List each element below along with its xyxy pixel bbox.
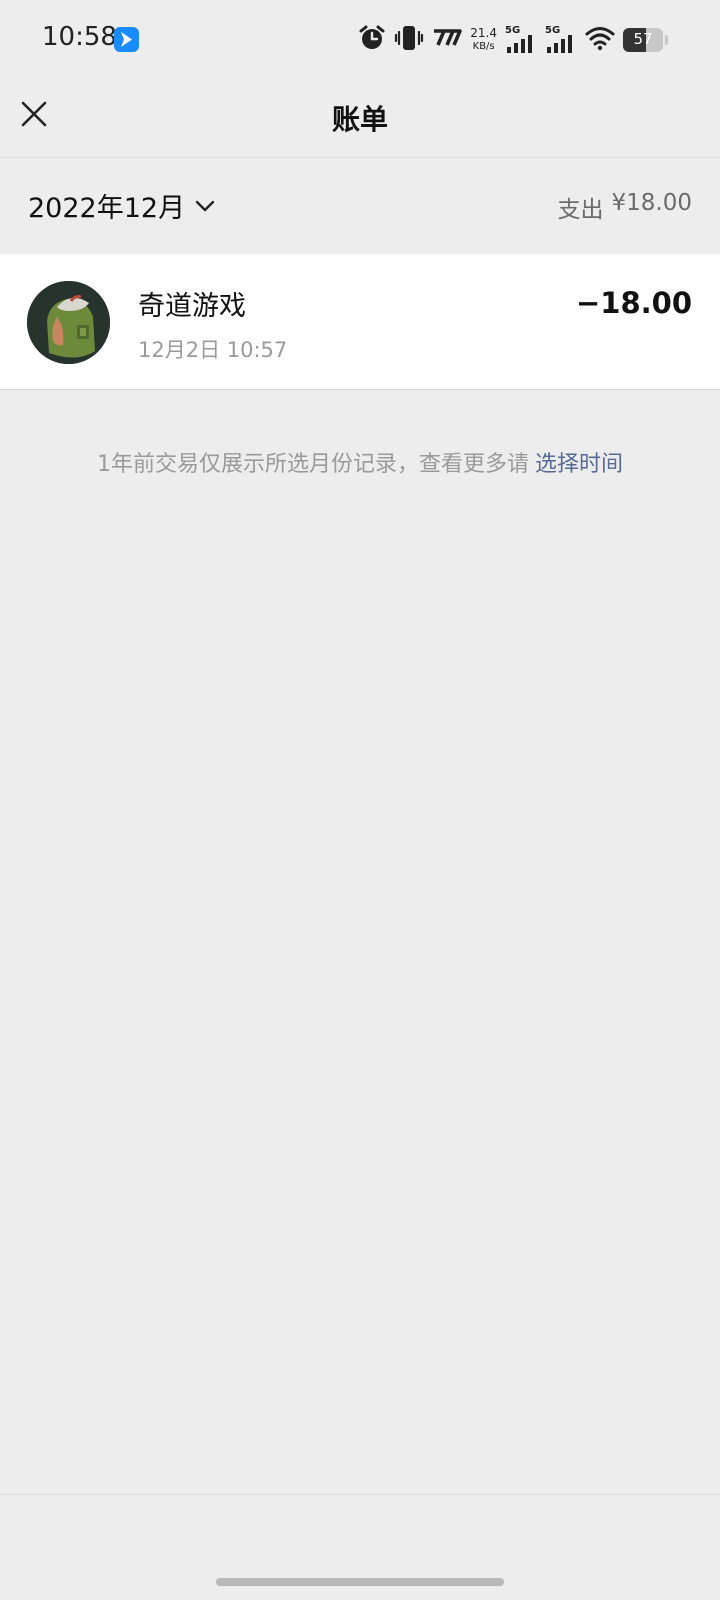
signal-sim1-icon: 5G [505,25,537,55]
transaction-amount: −18.00 [575,286,692,320]
month-label: 2022年12月 [28,193,186,224]
history-notice-text: 1年前交易仅展示所选月份记录，查看更多请 [96,452,529,477]
status-icons: 21.4 KB/s 5G 5G 57 [358,24,668,56]
alarm-icon [358,24,386,56]
vibrate-icon [394,24,424,56]
battery-percent: 57 [633,30,653,48]
battery-tip [665,35,668,45]
nfc-icon [432,27,463,53]
network-speed: 21.4 KB/s [470,27,497,53]
chevron-down-icon [195,200,215,211]
bottom-divider [0,1494,720,1495]
expense-summary: 支出 ¥18.00 [558,190,692,224]
signal-sim2-icon: 5G [545,25,577,55]
network-speed-value: 21.4 [470,26,497,40]
status-time: 10:58 [42,22,117,52]
status-bar: 10:58 21.4 KB/s 5G 5G 57 [0,0,720,80]
battery-icon: 57 [623,28,663,52]
month-selector[interactable]: 2022年12月 [28,186,215,225]
expense-summary-value: ¥18.00 [611,190,692,216]
history-notice: 1年前交易仅展示所选月份记录，查看更多请 选择时间 [0,446,720,478]
transaction-row[interactable]: 奇道游戏 12月2日 10:57 −18.00 [0,254,720,390]
wifi-icon [585,25,615,55]
network-speed-unit: KB/s [472,41,495,52]
feishu-app-icon [114,27,139,52]
select-time-link[interactable]: 选择时间 [535,452,623,477]
nav-bar: 账单 [0,80,720,158]
merchant-name: 奇道游戏 [138,291,246,322]
month-filter-row: 2022年12月 支出 ¥18.00 [0,158,720,254]
merchant-avatar [27,281,110,364]
transaction-time: 12月2日 10:57 [138,338,288,362]
expense-summary-label: 支出 [557,197,604,223]
home-indicator[interactable] [216,1578,504,1586]
page-title: 账单 [331,103,388,136]
